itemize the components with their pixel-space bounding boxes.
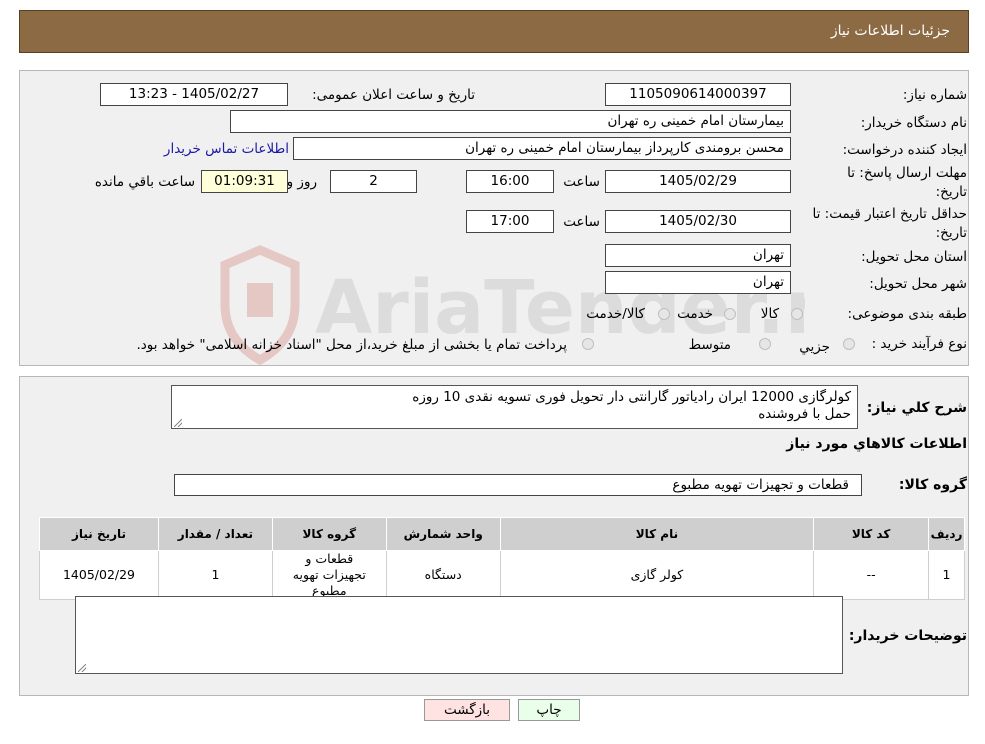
goods-group-field: قطعات و تجهیزات تهویه مطبوع bbox=[174, 474, 862, 496]
province-label: استان محل تحویل: bbox=[861, 249, 967, 265]
announce-field: 1405/02/27 - 13:23 bbox=[100, 83, 288, 106]
requester-label: ایجاد کننده درخواست: bbox=[842, 142, 967, 158]
price-validity-date-field: 1405/02/30 bbox=[605, 210, 791, 233]
price-validity-label-1: حداقل تاریخ اعتبار قیمت: تا bbox=[812, 206, 967, 222]
cell-row-number: 1 bbox=[928, 550, 965, 600]
purchase-medium-label: متوسط bbox=[688, 337, 731, 353]
col-goods-code: کد کالا bbox=[813, 517, 930, 551]
col-goods-group: گروه کالا bbox=[271, 517, 387, 551]
cell-need-date: 1405/02/29 bbox=[39, 550, 159, 600]
category-goods-service-radio[interactable] bbox=[658, 308, 670, 320]
buyer-contact-link[interactable]: اطلاعات تماس خریدار bbox=[164, 141, 289, 157]
announce-label: تاریخ و ساعت اعلان عمومی: bbox=[312, 87, 475, 103]
cell-goods-group: قطعات و تجهیزات تهویه مطبوع bbox=[271, 550, 387, 600]
description-label: شرح کلي نياز: bbox=[866, 400, 967, 416]
reply-deadline-time-field: 16:00 bbox=[466, 170, 554, 193]
buyer-org-label: نام دستگاه خریدار: bbox=[860, 115, 967, 131]
treasury-note: پرداخت تمام یا بخشی از مبلغ خرید،از محل … bbox=[136, 337, 567, 353]
requester-field: محسن برومندی کارپرداز بیمارستان امام خمی… bbox=[293, 137, 791, 160]
category-label: طبقه بندی موضوعی: bbox=[847, 306, 967, 322]
need-number-field: 1105090614000397 bbox=[605, 83, 791, 106]
category-goods-label: کالا bbox=[760, 306, 779, 322]
goods-group-label: گروه کالا: bbox=[898, 477, 967, 493]
category-goods-radio[interactable] bbox=[791, 308, 803, 320]
reply-time-label: ساعت bbox=[563, 174, 600, 190]
cell-quantity: 1 bbox=[157, 550, 273, 600]
description-textarea[interactable]: کولرگازی 12000 ایران رادیاتور گارانتی دا… bbox=[171, 385, 858, 429]
resize-grip-icon[interactable] bbox=[174, 419, 182, 427]
col-need-date: تاریخ نیاز bbox=[39, 517, 159, 551]
resize-grip-icon[interactable] bbox=[78, 664, 86, 672]
col-row-number: ردیف bbox=[928, 517, 965, 551]
reply-deadline-label-2: تاریخ: bbox=[935, 184, 967, 200]
purchase-minor-label: جزیي bbox=[799, 339, 830, 355]
col-goods-name: نام کالا bbox=[499, 517, 815, 551]
city-label: شهر محل تحویل: bbox=[869, 276, 967, 292]
price-validity-time-field: 17:00 bbox=[466, 210, 554, 233]
purchase-minor-radio[interactable] bbox=[843, 338, 855, 350]
page-title: جزئیات اطلاعات نیاز bbox=[830, 23, 950, 39]
buyer-notes-label: توضیحات خریدار: bbox=[848, 628, 967, 644]
price-validity-label-2: تاریخ: bbox=[935, 225, 967, 241]
col-quantity: تعداد / مقدار bbox=[157, 517, 273, 551]
cell-unit: دستگاه bbox=[385, 550, 501, 600]
col-unit: واحد شمارش bbox=[385, 517, 501, 551]
purchase-medium-radio[interactable] bbox=[759, 338, 771, 350]
buyer-notes-textarea[interactable] bbox=[75, 596, 843, 674]
goods-heading: اطلاعات کالاهاي مورد نياز bbox=[786, 436, 967, 452]
purchase-type-label: نوع فرآیند خرید : bbox=[871, 336, 967, 352]
remaining-time-field: 01:09:31 bbox=[201, 170, 288, 193]
city-field: تهران bbox=[605, 271, 791, 294]
days-label: روز و bbox=[286, 174, 317, 190]
reply-deadline-label-1: مهلت ارسال پاسخ: تا bbox=[847, 165, 967, 181]
category-service-radio[interactable] bbox=[724, 308, 736, 320]
buyer-org-field: بیمارستان امام خمینی ره تهران bbox=[230, 110, 791, 133]
treasury-radio[interactable] bbox=[582, 338, 594, 350]
need-number-label: شماره نیاز: bbox=[902, 87, 967, 103]
province-field: تهران bbox=[605, 244, 791, 267]
price-time-label: ساعت bbox=[563, 214, 600, 230]
reply-deadline-date-field: 1405/02/29 bbox=[605, 170, 791, 193]
reply-days-field: 2 bbox=[330, 170, 417, 193]
description-line-2: حمل با فروشنده bbox=[758, 406, 851, 422]
back-button[interactable]: بازگشت bbox=[424, 699, 510, 721]
cell-goods-code: -- bbox=[813, 550, 930, 600]
cell-goods-name: کولر گازی bbox=[499, 550, 815, 600]
category-service-label: خدمت bbox=[677, 306, 713, 322]
category-goods-service-label: کالا/خدمت bbox=[586, 306, 645, 322]
table-row: 1 -- کولر گازی دستگاه قطعات و تجهیزات ته… bbox=[39, 550, 965, 600]
remaining-label: ساعت باقي مانده bbox=[94, 174, 195, 190]
page-header: جزئیات اطلاعات نیاز bbox=[19, 10, 969, 53]
goods-table: ردیف کد کالا نام کالا واحد شمارش گروه کا… bbox=[39, 517, 965, 600]
print-button[interactable]: چاپ bbox=[518, 699, 580, 721]
table-header-row: ردیف کد کالا نام کالا واحد شمارش گروه کا… bbox=[39, 517, 965, 551]
description-line-1: کولرگازی 12000 ایران رادیاتور گارانتی دا… bbox=[412, 389, 851, 405]
